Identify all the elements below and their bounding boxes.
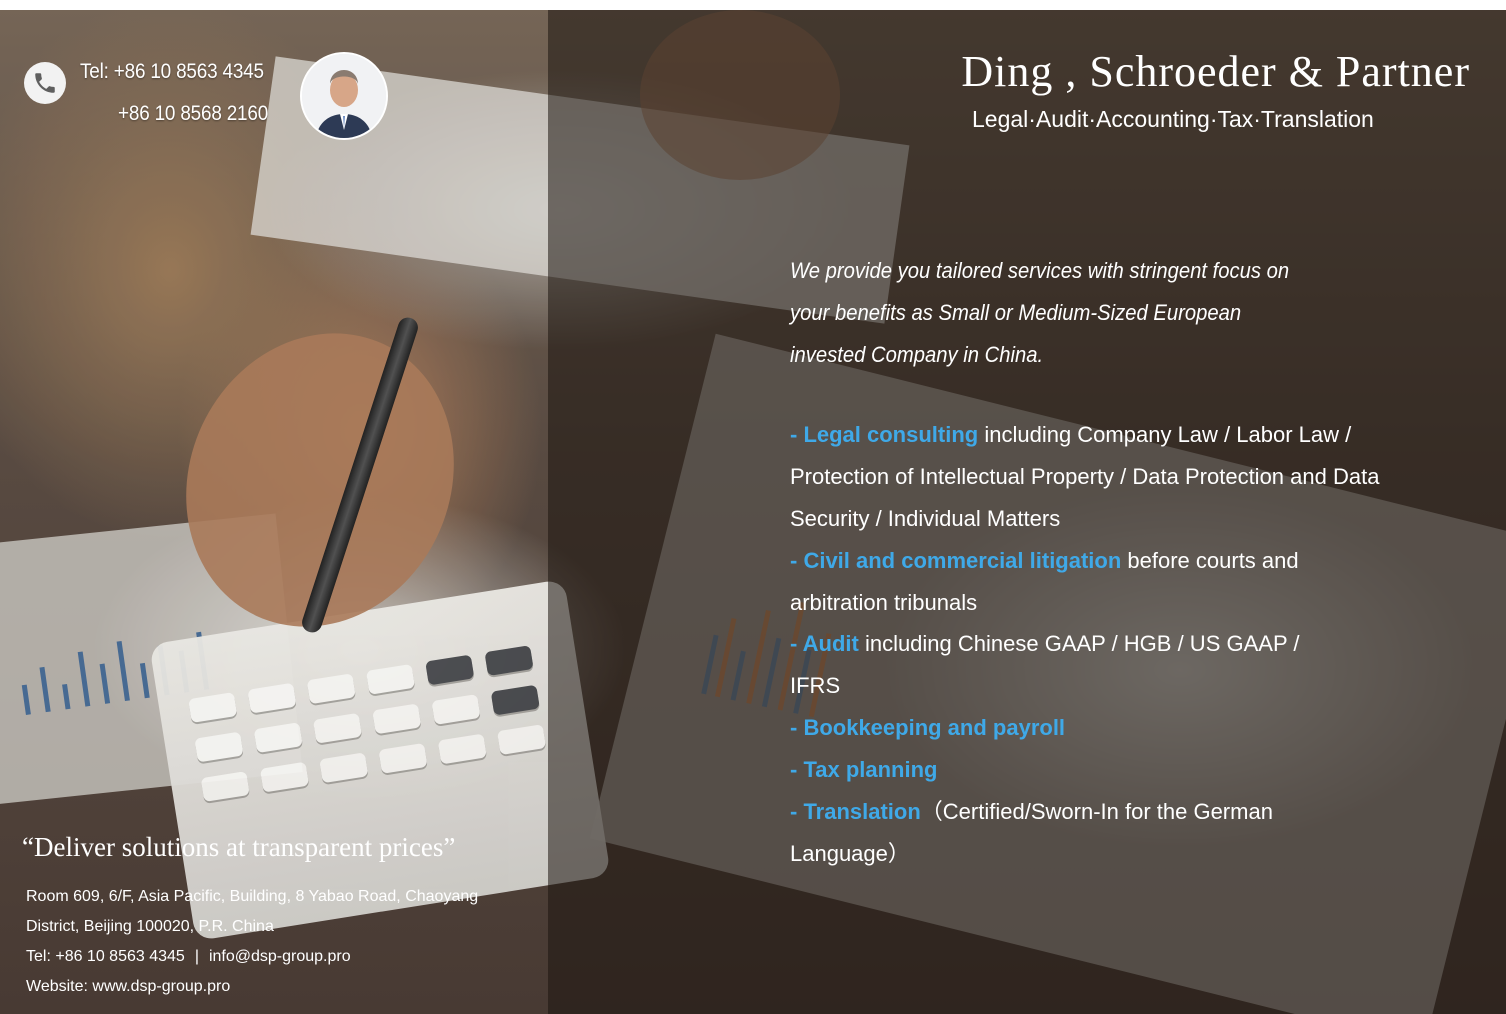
service-highlight: - Audit <box>790 631 859 656</box>
service-item: - Tax planning <box>790 749 1390 791</box>
brand-title: Ding , Schroeder & Partner <box>961 47 1470 96</box>
service-text: including Chinese GAAP / HGB / US GAAP /… <box>790 631 1300 698</box>
service-item: - Audit including Chinese GAAP / HGB / U… <box>790 623 1350 707</box>
service-item: - Civil and commercial litigation before… <box>790 540 1390 624</box>
service-item: - Bookkeeping and payroll <box>790 707 1390 749</box>
service-highlight: - Legal consulting <box>790 422 979 447</box>
service-highlight: - Translation <box>790 799 921 824</box>
service-item: - Legal consulting including Company Law… <box>790 414 1390 540</box>
left-panel <box>0 10 548 1014</box>
footer-contact-line: Tel: +86 10 8563 4345 | info@dsp-group.pro <box>26 942 351 972</box>
service-item: - Translation（Certified/Sworn-In for the… <box>790 791 1330 875</box>
separator: | <box>194 948 199 965</box>
service-highlight: - Tax planning <box>790 757 938 782</box>
tel-line-1: Tel: +86 10 8563 4345 <box>80 60 264 83</box>
tel-line-2: +86 10 8568 2160 <box>118 102 269 125</box>
address-line-1: Room 609, 6/F, Asia Pacific, Building, 8… <box>26 888 479 905</box>
footer-website-link[interactable]: Website: www.dsp-group.pro <box>26 972 230 1002</box>
phone-icon <box>24 62 66 104</box>
address-line-2: District, Beijing 100020, P.R. China <box>26 918 274 935</box>
service-highlight: - Bookkeeping and payroll <box>790 715 1066 740</box>
tagline-quote: “Deliver solutions at transparent prices… <box>22 832 456 862</box>
footer-email-link[interactable]: info@dsp-group.pro <box>209 948 351 965</box>
service-highlight: - Civil and commercial litigation <box>790 548 1122 573</box>
flyer: Tel: +86 10 8563 4345 +86 10 8568 2160 D… <box>0 10 1506 1014</box>
brand-tagline: Legal·Audit·Accounting·Tax·Translation <box>972 106 1374 132</box>
avatar <box>300 52 388 140</box>
intro-text: We provide you tailored services with st… <box>790 258 1290 367</box>
footer-tel: Tel: +86 10 8563 4345 <box>26 948 185 965</box>
